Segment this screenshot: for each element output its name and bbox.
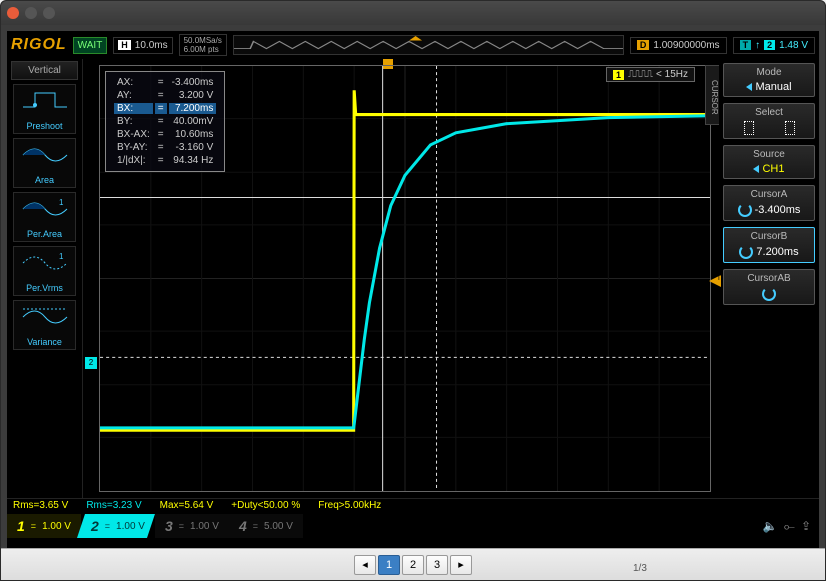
ch2-ground-marker: 2 — [85, 357, 97, 369]
speaker-icon[interactable]: 🔈 — [763, 519, 778, 533]
measure-sidebar: Vertical Preshoot Area 1 Per.Area 1 Per.Vrms V… — [7, 59, 83, 498]
maximize-icon[interactable] — [43, 7, 55, 19]
channel-scale: 1.00 V — [190, 521, 219, 532]
knob-icon — [739, 245, 753, 259]
run-status-badge: WAIT — [73, 37, 108, 54]
cursor-readout-box: AX:=-3.400ms AY:=3.200 V BX:=7.200ms BY:=40… — [105, 71, 225, 172]
measure-label: Variance — [16, 336, 73, 347]
pager-prev-button[interactable]: ◂ — [354, 555, 376, 575]
softkey-column: Mode Manual Select Source CH1 CursorA -3… — [719, 59, 819, 498]
window-titlebar — [1, 1, 825, 25]
memory-bar[interactable] — [233, 35, 624, 55]
source-button[interactable]: Source CH1 — [723, 145, 815, 179]
horizontal-scale[interactable]: H 10.0ms — [113, 37, 172, 54]
cursor-tab[interactable]: CURSOR — [705, 65, 719, 125]
measure-label: Per.Vrms — [16, 282, 73, 293]
sample-info: 50.0MSa/s 6.00M pts — [179, 34, 227, 56]
coupling-dc-icon: = — [105, 521, 110, 531]
channel-4-selector[interactable]: 4 = 5.00 V — [229, 514, 303, 538]
measure-label: Per.Area — [16, 228, 73, 239]
measurement-readout: Freq>5.00kHz — [312, 499, 393, 514]
svg-text:1: 1 — [59, 198, 64, 207]
channel-number: 3 — [165, 518, 173, 534]
close-icon[interactable] — [7, 7, 19, 19]
select-button[interactable]: Select — [723, 103, 815, 139]
page-count: 1/3 — [633, 563, 647, 574]
delay-value: 1.00900000ms — [653, 40, 719, 51]
channel-number: 1 — [17, 518, 25, 534]
channel-2-selector[interactable]: 2 = 1.00 V — [77, 514, 155, 538]
channel-number: 2 — [91, 518, 99, 534]
freq-ch-icon: 1 — [613, 70, 624, 80]
cursor-ab-button[interactable]: CursorAB — [723, 269, 815, 305]
measurement-bar: Rms=3.65 VRms=3.23 VMax=5.64 V+Duty<50.0… — [7, 498, 819, 514]
measure-label: Area — [16, 174, 73, 185]
measurement-readout: Rms=3.65 V — [7, 499, 80, 514]
cursor-a-button[interactable]: CursorA -3.400ms — [723, 185, 815, 221]
cursor-a-pad-icon — [744, 121, 754, 135]
hscale-value: 10.0ms — [135, 40, 168, 51]
cursor-readout-row: BX-AX:=10.60ms — [114, 129, 216, 140]
pager-page-2[interactable]: 2 — [402, 555, 424, 575]
t-icon: T — [740, 40, 752, 50]
freq-value: < 15Hz — [656, 69, 688, 80]
cursor-readout-row: BY-AY:=-3.160 V — [114, 142, 216, 153]
sidebar-header: Vertical — [11, 61, 78, 80]
minimize-icon[interactable] — [25, 7, 37, 19]
cursor-readout-row: BX:=7.200ms — [114, 103, 216, 114]
measurement-readout: +Duty<50.00 % — [225, 499, 312, 514]
plot-area[interactable]: 2 — [83, 59, 719, 498]
channel-scale: 1.00 V — [116, 521, 145, 532]
cursor-readout-row: AY:=3.200 V — [114, 90, 216, 101]
cursor-b-button[interactable]: CursorB 7.200ms — [723, 227, 815, 263]
cursor-b-pad-icon — [785, 121, 795, 135]
brand-logo: RIGOL — [11, 36, 67, 54]
measure-button-perarea[interactable]: 1 Per.Area — [13, 192, 76, 242]
svg-text:1: 1 — [59, 252, 64, 261]
usb-icon: ⟜ — [784, 518, 795, 535]
freq-counter-badge: 1 ⎍⎍⎍⎍ < 15Hz — [606, 67, 695, 82]
pager-page-1[interactable]: 1 — [378, 555, 400, 575]
h-icon: H — [118, 40, 131, 50]
measurement-readout: Rms=3.23 V — [80, 499, 153, 514]
chevron-left-icon — [746, 83, 752, 91]
knob-icon — [738, 203, 752, 217]
pager-page-3[interactable]: 3 — [426, 555, 448, 575]
coupling-dc-icon: = — [31, 521, 36, 531]
cursor-readout-row: 1/|dX|:=94.34 Hz — [114, 155, 216, 166]
delay-box[interactable]: D 1.00900000ms — [630, 37, 727, 54]
channel-scale: 1.00 V — [42, 521, 71, 532]
channel-3-selector[interactable]: 3 = 1.00 V — [155, 514, 229, 538]
mode-button[interactable]: Mode Manual — [723, 63, 815, 97]
chevron-left-icon — [753, 165, 759, 173]
measure-label: Preshoot — [16, 120, 73, 131]
trigger-ch: 2 — [764, 40, 775, 50]
measure-button-pervrms[interactable]: 1 Per.Vrms — [13, 246, 76, 296]
trigger-box[interactable]: T ↑ 2 1.48 V — [733, 37, 815, 54]
trigger-edge-icon: ↑ — [755, 40, 760, 51]
cursor-readout-row: AX:=-3.400ms — [114, 77, 216, 88]
channel-number: 4 — [239, 518, 247, 534]
measure-button-area[interactable]: Area — [13, 138, 76, 188]
pager: ◂ 123 ▸ — [1, 548, 825, 580]
pager-next-button[interactable]: ▸ — [450, 555, 472, 575]
measure-button-variance[interactable]: Variance — [13, 300, 76, 350]
knob-icon — [762, 287, 776, 301]
coupling-dc-icon: = — [179, 521, 184, 531]
measurement-readout: Max=5.64 V — [154, 499, 226, 514]
d-icon: D — [637, 40, 650, 50]
channel-bar: 1 = 1.00 V 2 = 1.00 V 3 = 1.00 V 4 = 5.00 V 🔈 ⟜ ⇪ — [7, 514, 819, 538]
coupling-dc-icon: = — [253, 521, 258, 531]
square-wave-icon: ⎍⎍⎍⎍ — [628, 69, 652, 80]
channel-scale: 5.00 V — [264, 521, 293, 532]
share-icon[interactable]: ⇪ — [801, 519, 811, 533]
trigger-level: 1.48 V — [779, 40, 808, 51]
measure-button-preshoot[interactable]: Preshoot — [13, 84, 76, 134]
cursor-readout-row: BY:=40.00mV — [114, 116, 216, 127]
channel-1-selector[interactable]: 1 = 1.00 V — [7, 514, 81, 538]
top-bar: RIGOL WAIT H 10.0ms 50.0MSa/s 6.00M pts … — [7, 31, 819, 59]
